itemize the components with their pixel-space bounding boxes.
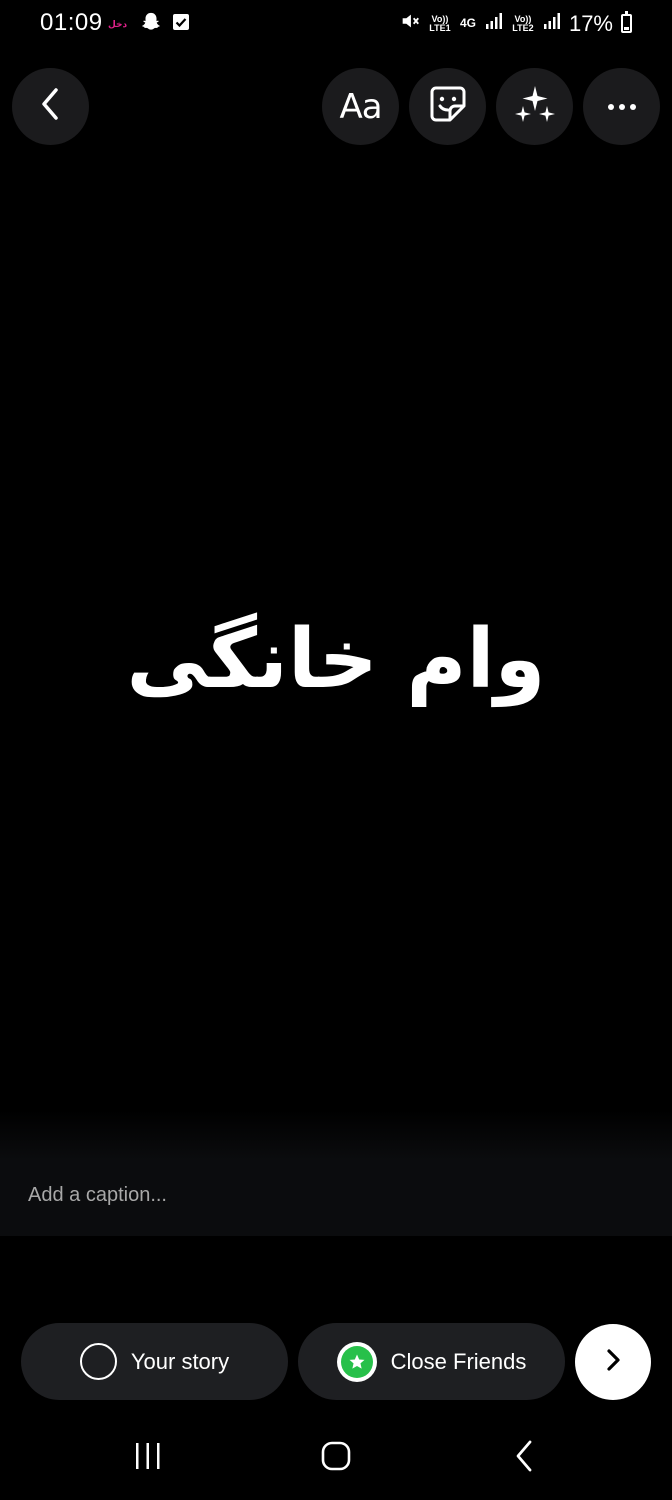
sticker-icon	[428, 84, 468, 129]
more-dots-icon	[607, 98, 637, 116]
home-icon	[321, 1441, 351, 1476]
signal-1-icon	[485, 12, 503, 35]
checkbox-notification-icon	[172, 13, 190, 36]
close-friends-star-icon	[336, 1341, 377, 1382]
close-friends-button[interactable]: Close Friends	[298, 1323, 565, 1400]
recents-icon	[133, 1442, 163, 1475]
chevron-left-icon	[36, 86, 66, 127]
network-1-label: Vo)) LTE1	[429, 13, 451, 33]
your-story-button[interactable]: Your story	[21, 1323, 288, 1400]
chevron-right-icon	[603, 1347, 623, 1378]
home-button[interactable]	[306, 1438, 366, 1478]
sparkles-icon	[513, 82, 557, 131]
caption-area	[0, 1110, 672, 1236]
battery-icon	[621, 11, 632, 33]
radio-circle-icon	[79, 1343, 117, 1380]
network-2-label: Vo)) LTE2	[512, 13, 534, 33]
more-options-button[interactable]	[583, 68, 660, 145]
status-bar: 01:09 دخل Vo)) LTE1 4G Vo)) LTE2 17%	[0, 0, 672, 48]
status-system-icons: Vo)) LTE1 4G Vo)) LTE2 17%	[399, 10, 632, 37]
back-button[interactable]	[12, 68, 89, 145]
caption-input[interactable]	[28, 1180, 648, 1210]
status-time: 01:09	[40, 9, 103, 36]
mute-icon	[399, 10, 421, 37]
system-navigation-bar	[0, 1420, 672, 1500]
share-next-button[interactable]	[575, 1324, 651, 1400]
effects-button[interactable]	[496, 68, 573, 145]
notification-badge-icon: دخل	[108, 19, 128, 29]
battery-percent: 17%	[568, 10, 613, 36]
signal-2-icon	[543, 12, 561, 35]
network-type-label: 4G	[459, 16, 476, 30]
snapchat-icon	[140, 11, 162, 38]
story-text[interactable]: وام خانگی	[0, 612, 672, 707]
text-tool-button[interactable]: Aa	[322, 68, 399, 145]
text-tool-label: Aa	[339, 86, 382, 127]
back-arrow-icon	[514, 1440, 534, 1477]
sticker-button[interactable]	[409, 68, 486, 145]
close-friends-label: Close Friends	[390, 1348, 527, 1374]
system-back-button[interactable]	[494, 1438, 554, 1478]
recent-apps-button[interactable]	[118, 1438, 178, 1478]
status-notification-icons: دخل	[108, 11, 190, 38]
your-story-label: Your story	[130, 1348, 230, 1374]
